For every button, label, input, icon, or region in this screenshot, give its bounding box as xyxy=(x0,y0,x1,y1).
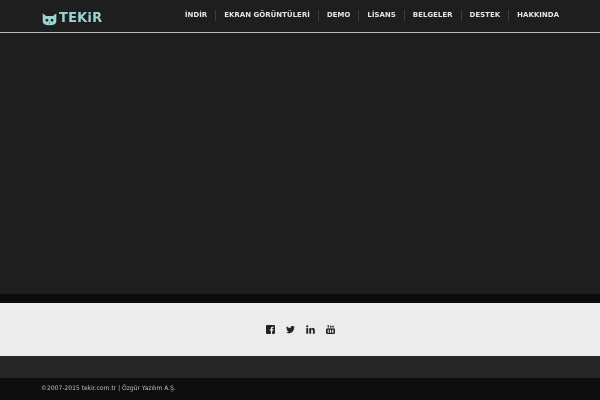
facebook-icon[interactable] xyxy=(265,325,275,334)
youtube-icon[interactable] xyxy=(325,325,335,334)
site-header: TEKiR İNDİR EKRAN GÖRÜNTÜLERİ DEMO LİSAN… xyxy=(0,0,600,33)
social-icons xyxy=(0,325,600,334)
nav-item-screenshots[interactable]: EKRAN GÖRÜNTÜLERİ xyxy=(215,10,318,21)
nav-item-about[interactable]: HAKKINDA xyxy=(508,10,559,21)
nav-item-demo[interactable]: DEMO xyxy=(317,10,359,21)
twitter-icon[interactable] xyxy=(285,325,295,334)
page: TEKiR İNDİR EKRAN GÖRÜNTÜLERİ DEMO LİSAN… xyxy=(0,0,600,400)
nav-item-docs[interactable]: BELGELER xyxy=(403,10,461,21)
nav-item-indir[interactable]: İNDİR xyxy=(177,10,215,21)
main-nav: İNDİR EKRAN GÖRÜNTÜLERİ DEMO LİSANS BELG… xyxy=(177,10,559,21)
site-footer: ©2007-2015 tekir.com.tr | Özgür Yazılım … xyxy=(0,378,600,400)
hero-area xyxy=(0,34,600,294)
nav-item-support[interactable]: DESTEK xyxy=(460,10,509,21)
nav-item-license[interactable]: LİSANS xyxy=(358,10,403,21)
logo-text: TEKiR xyxy=(59,10,103,26)
site-logo[interactable]: TEKiR xyxy=(41,9,102,27)
copyright-text: ©2007-2015 tekir.com.tr | Özgür Yazılım … xyxy=(41,385,176,392)
footer-spacer xyxy=(0,356,600,378)
social-bar xyxy=(0,303,600,356)
cat-face-icon xyxy=(42,12,57,25)
section-divider xyxy=(0,294,600,303)
linkedin-icon[interactable] xyxy=(305,325,315,334)
